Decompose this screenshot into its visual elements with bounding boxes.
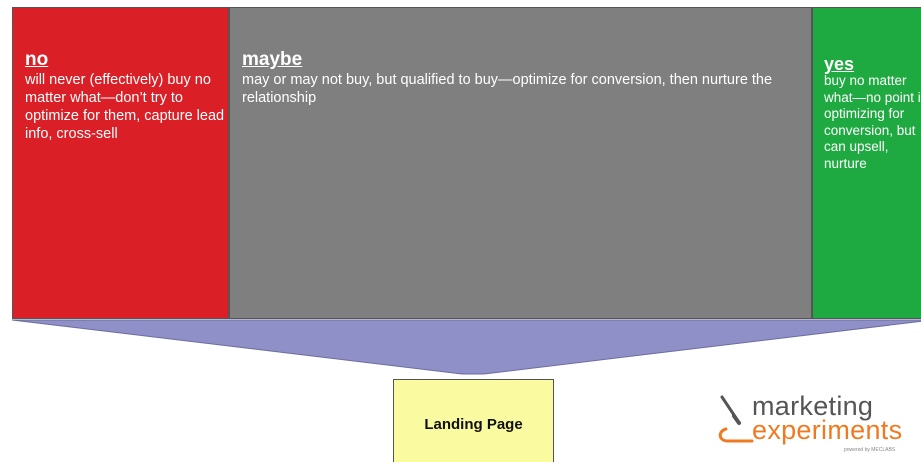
segment-maybe-title: maybe (242, 49, 303, 70)
segment-yes-title: yes (824, 54, 855, 74)
segment-no-box: no will never (effectively) buy no matte… (12, 7, 229, 319)
segment-yes-box: yes buy no matter what—no point in optim… (812, 7, 921, 319)
logo-tagline: powered by MECLABS (844, 447, 896, 453)
segment-yes-description: buy no matter what—no point in optimizin… (824, 73, 921, 171)
diagram-canvas: no will never (effectively) buy no matte… (0, 0, 921, 462)
logo-wordmark-experiments: experiments (752, 415, 903, 445)
segment-maybe-box: maybe may or may not buy, but qualified … (229, 7, 812, 319)
landing-page-box: Landing Page (393, 379, 554, 462)
segment-no-description: will never (effectively) buy no matter w… (25, 72, 225, 142)
segment-no-title: no (25, 49, 49, 70)
segment-maybe-description: may or may not buy, but qualified to buy… (242, 72, 773, 106)
marketing-experiments-logo: marketing experiments powered by MECLABS (714, 392, 914, 456)
landing-page-label: Landing Page (424, 415, 523, 433)
